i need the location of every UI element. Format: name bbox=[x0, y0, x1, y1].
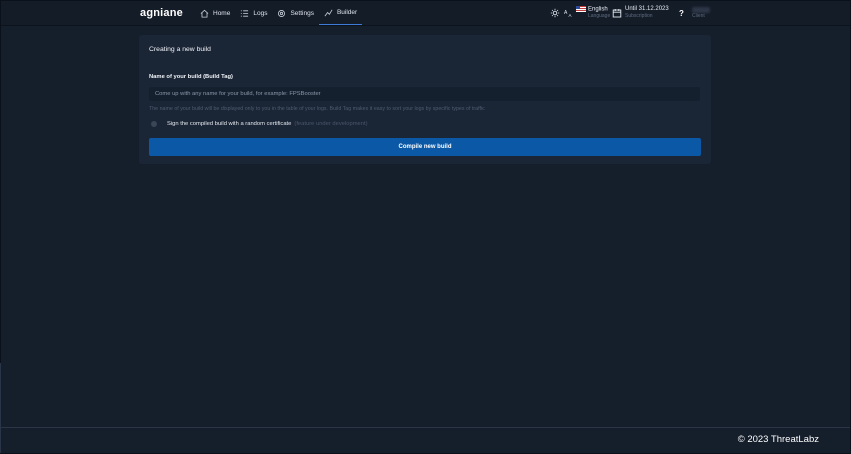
us-flag-icon bbox=[576, 5, 586, 12]
nav-logs-label: Logs bbox=[253, 9, 268, 17]
theme-toggle[interactable] bbox=[550, 1, 560, 25]
nav-home-label: Home bbox=[213, 9, 231, 17]
help-button[interactable]: ? bbox=[679, 1, 684, 25]
build-tag-hint: The name of your build will be displayed… bbox=[149, 106, 485, 112]
translate-icon: AA bbox=[564, 8, 574, 18]
nav-builder[interactable]: Builder bbox=[318, 1, 363, 25]
user-caption: Client bbox=[692, 12, 705, 19]
svg-text:A: A bbox=[564, 10, 568, 16]
card-title: Creating a new build bbox=[149, 46, 211, 53]
main-nav: Home Logs Settings Builder bbox=[195, 1, 363, 25]
top-navigation-bar: agniane Home Logs Settings Builder A A E… bbox=[1, 1, 850, 26]
language-selector[interactable]: AA English Language bbox=[564, 1, 610, 25]
gear-icon bbox=[277, 9, 286, 18]
subscription-info[interactable]: Until 31.12.2023 Subscription bbox=[612, 1, 669, 25]
footer-copyright: © 2023 ThreatLabz bbox=[737, 434, 819, 445]
nav-home[interactable]: Home bbox=[195, 1, 235, 25]
home-icon bbox=[200, 9, 209, 18]
language-caption: Language bbox=[588, 13, 611, 20]
list-icon bbox=[240, 9, 249, 18]
svg-text:A: A bbox=[569, 13, 572, 18]
sign-certificate-option: Sign the compiled build with a random ce… bbox=[151, 121, 368, 127]
subscription-caption: Subscription bbox=[625, 13, 653, 19]
user-name-redacted bbox=[692, 6, 710, 13]
footer-divider bbox=[1, 427, 850, 428]
nav-settings[interactable]: Settings bbox=[272, 1, 319, 25]
help-icon[interactable]: ? bbox=[679, 9, 684, 18]
nav-settings-label: Settings bbox=[290, 9, 314, 17]
nav-builder-label: Builder bbox=[336, 9, 358, 16]
language-value: English bbox=[588, 6, 608, 13]
new-build-card: Creating a new build Name of your build … bbox=[139, 35, 711, 164]
brand-logo[interactable]: agniane bbox=[140, 7, 183, 19]
subscription-value: Until 31.12.2023 bbox=[625, 6, 669, 12]
calendar-icon bbox=[612, 8, 622, 18]
build-tag-label: Name of your build (Build Tag) bbox=[149, 74, 233, 80]
chart-icon bbox=[324, 8, 333, 17]
user-menu[interactable]: Client bbox=[692, 1, 710, 25]
sun-icon[interactable] bbox=[550, 8, 560, 18]
compile-new-build-button[interactable]: Compile new build bbox=[149, 138, 701, 156]
left-divider bbox=[0, 363, 1, 453]
build-tag-input[interactable] bbox=[149, 87, 700, 101]
sign-certificate-radio[interactable] bbox=[151, 121, 157, 127]
sign-certificate-label: Sign the compiled build with a random ce… bbox=[167, 121, 292, 127]
sign-certificate-note: (feature under development) bbox=[294, 121, 368, 127]
nav-logs[interactable]: Logs bbox=[235, 1, 272, 25]
